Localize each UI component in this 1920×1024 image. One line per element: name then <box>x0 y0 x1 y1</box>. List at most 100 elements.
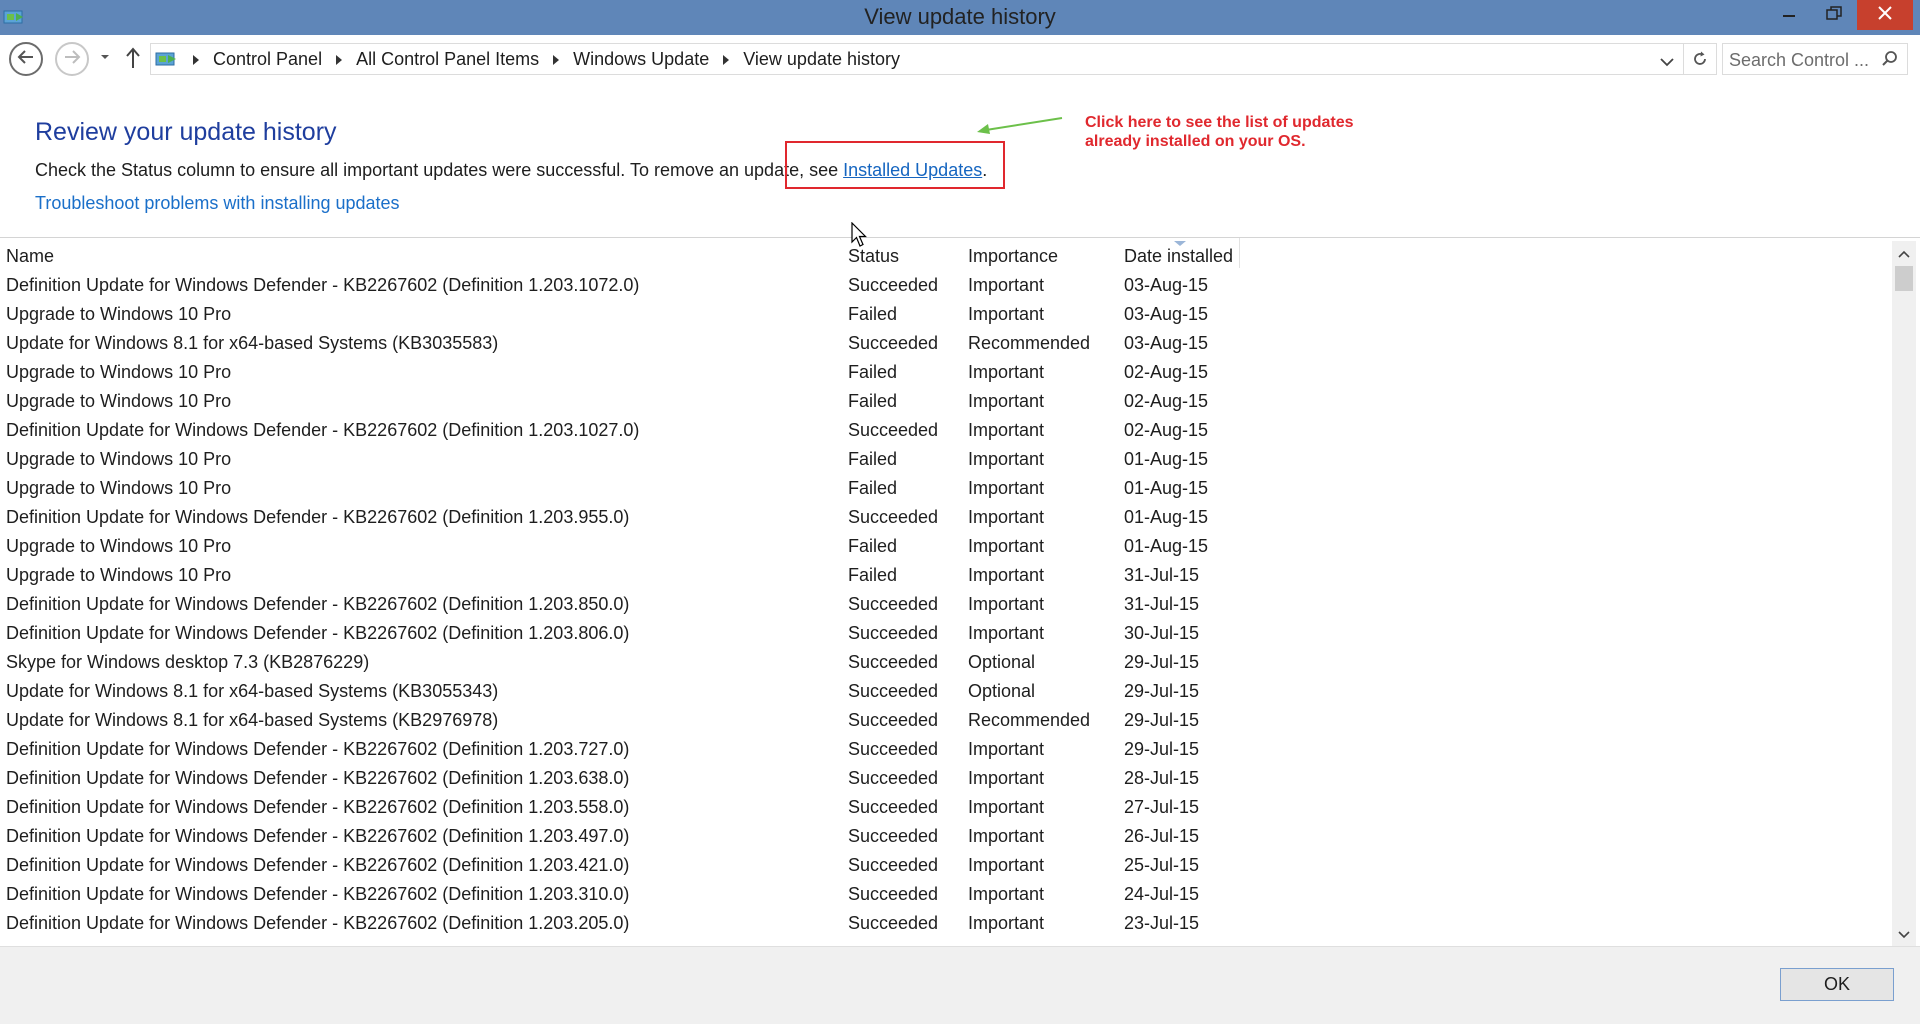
search-icon[interactable] <box>1881 50 1899 73</box>
breadcrumb-windows-update[interactable]: Windows Update <box>573 49 709 70</box>
table-row[interactable]: Definition Update for Windows Defender -… <box>0 822 1892 851</box>
cell-importance: Important <box>968 768 1045 788</box>
address-bar[interactable]: Control Panel All Control Panel Items Wi… <box>150 43 1717 75</box>
cell-importance: Important <box>968 797 1045 817</box>
cell-date-installed: 01-Aug-15 <box>1124 536 1209 556</box>
breadcrumb-control-panel[interactable]: Control Panel <box>213 49 322 70</box>
cell-name: Definition Update for Windows Defender -… <box>6 913 630 933</box>
address-dropdown-button[interactable] <box>1659 52 1675 73</box>
table-row[interactable]: Upgrade to Windows 10 Pro Failed Important… <box>0 561 1892 590</box>
restore-icon <box>1826 5 1842 25</box>
cell-status: Succeeded <box>848 855 939 875</box>
table-row[interactable]: Upgrade to Windows 10 Pro Failed Important… <box>0 387 1892 416</box>
table-row[interactable]: Upgrade to Windows 10 Pro Failed Important… <box>0 300 1892 329</box>
cell-name: Definition Update for Windows Defender -… <box>6 420 640 440</box>
cell-date-installed: 25-Jul-15 <box>1124 855 1200 875</box>
minimize-icon <box>1781 6 1797 24</box>
back-button[interactable] <box>9 42 43 76</box>
cell-importance: Important <box>968 478 1045 498</box>
search-box[interactable]: Search Control ... <box>1722 43 1908 75</box>
cell-name: Update for Windows 8.1 for x64-based Sys… <box>6 681 499 701</box>
column-divider[interactable] <box>1239 238 1240 268</box>
table-row[interactable]: Update for Windows 8.1 for x64-based Sys… <box>0 706 1892 735</box>
close-button[interactable] <box>1857 0 1913 30</box>
cell-importance: Recommended <box>968 710 1091 730</box>
forward-button[interactable] <box>55 42 89 76</box>
column-header-importance[interactable]: Importance <box>968 238 1058 270</box>
table-row[interactable]: Update for Windows 8.1 for x64-based Sys… <box>0 329 1892 358</box>
cell-date-installed: 03-Aug-15 <box>1124 333 1209 353</box>
cell-importance: Important <box>968 623 1045 643</box>
cell-date-installed: 31-Jul-15 <box>1124 565 1200 585</box>
breadcrumb-all-control-panel-items[interactable]: All Control Panel Items <box>356 49 539 70</box>
breadcrumb-separator-icon[interactable] <box>193 54 199 65</box>
breadcrumb-separator-icon[interactable] <box>336 54 343 65</box>
sort-descending-icon <box>1174 241 1186 246</box>
table-row[interactable]: Definition Update for Windows Defender -… <box>0 851 1892 880</box>
search-input[interactable]: Search Control ... <box>1729 50 1869 71</box>
vertical-scrollbar[interactable] <box>1892 241 1916 946</box>
scroll-thumb[interactable] <box>1895 266 1913 291</box>
scroll-down-button[interactable] <box>1898 927 1910 945</box>
table-row[interactable]: Upgrade to Windows 10 Pro Failed Important… <box>0 532 1892 561</box>
recent-locations-dropdown[interactable] <box>99 49 111 67</box>
breadcrumb-separator-icon[interactable] <box>553 54 560 65</box>
refresh-icon <box>1693 51 1706 65</box>
troubleshoot-link[interactable]: Troubleshoot problems with installing up… <box>35 193 400 214</box>
cell-importance: Important <box>968 913 1045 933</box>
column-header-name[interactable]: Name <box>6 238 54 270</box>
table-row[interactable]: Definition Update for Windows Defender -… <box>0 764 1892 793</box>
cell-date-installed: 02-Aug-15 <box>1124 362 1209 382</box>
cell-date-installed: 29-Jul-15 <box>1124 681 1200 701</box>
table-row[interactable]: Update for Windows 8.1 for x64-based Sys… <box>0 677 1892 706</box>
table-row[interactable]: Definition Update for Windows Defender -… <box>0 590 1892 619</box>
table-row[interactable]: Definition Update for Windows Defender -… <box>0 503 1892 532</box>
cell-date-installed: 03-Aug-15 <box>1124 275 1209 295</box>
window-title: View update history <box>864 4 1056 29</box>
cell-date-installed: 01-Aug-15 <box>1124 507 1209 527</box>
cell-importance: Optional <box>968 681 1036 701</box>
table-row[interactable]: Definition Update for Windows Defender -… <box>0 416 1892 445</box>
scroll-up-button[interactable] <box>1898 246 1910 264</box>
cell-importance: Important <box>968 275 1045 295</box>
cell-status: Succeeded <box>848 275 939 295</box>
chevron-down-icon <box>1660 58 1674 67</box>
up-button[interactable] <box>124 46 142 75</box>
cell-importance: Important <box>968 855 1045 875</box>
table-row[interactable]: Skype for Windows desktop 7.3 (KB2876229… <box>0 648 1892 677</box>
table-row[interactable]: Definition Update for Windows Defender -… <box>0 909 1892 938</box>
annotation-note: Click here to see the list of updates al… <box>1085 114 1354 150</box>
table-row[interactable]: Upgrade to Windows 10 Pro Failed Important… <box>0 474 1892 503</box>
cell-status: Succeeded <box>848 681 939 701</box>
ok-button[interactable]: OK <box>1780 968 1894 1001</box>
update-history-list: Definition Update for Windows Defender -… <box>0 271 1892 946</box>
cell-status: Succeeded <box>848 710 939 730</box>
cell-name: Definition Update for Windows Defender -… <box>6 797 630 817</box>
breadcrumb-view-update-history[interactable]: View update history <box>743 49 900 70</box>
minimize-button[interactable] <box>1767 0 1811 30</box>
cell-importance: Important <box>968 391 1045 411</box>
table-row[interactable]: Definition Update for Windows Defender -… <box>0 880 1892 909</box>
table-row[interactable]: Definition Update for Windows Defender -… <box>0 735 1892 764</box>
cell-name: Definition Update for Windows Defender -… <box>6 826 630 846</box>
cell-name: Skype for Windows desktop 7.3 (KB2876229… <box>6 652 370 672</box>
table-row[interactable]: Definition Update for Windows Defender -… <box>0 619 1892 648</box>
cell-importance: Optional <box>968 652 1036 672</box>
navigation-bar: Control Panel All Control Panel Items Wi… <box>0 35 1920 83</box>
breadcrumb: Control Panel All Control Panel Items Wi… <box>193 49 900 70</box>
cell-name: Definition Update for Windows Defender -… <box>6 275 640 295</box>
refresh-button[interactable] <box>1683 44 1715 74</box>
cell-date-installed: 24-Jul-15 <box>1124 884 1200 904</box>
restore-button[interactable] <box>1812 0 1856 30</box>
breadcrumb-separator-icon[interactable] <box>723 54 730 65</box>
cell-importance: Important <box>968 304 1045 324</box>
cell-importance: Important <box>968 884 1045 904</box>
cell-name: Definition Update for Windows Defender -… <box>6 884 630 904</box>
cell-importance: Important <box>968 420 1045 440</box>
table-row[interactable]: Definition Update for Windows Defender -… <box>0 793 1892 822</box>
table-row[interactable]: Definition Update for Windows Defender -… <box>0 271 1892 300</box>
table-row[interactable]: Upgrade to Windows 10 Pro Failed Important… <box>0 445 1892 474</box>
cell-name: Upgrade to Windows 10 Pro <box>6 536 232 556</box>
table-row[interactable]: Upgrade to Windows 10 Pro Failed Important… <box>0 358 1892 387</box>
title-bar: View update history <box>0 0 1920 35</box>
